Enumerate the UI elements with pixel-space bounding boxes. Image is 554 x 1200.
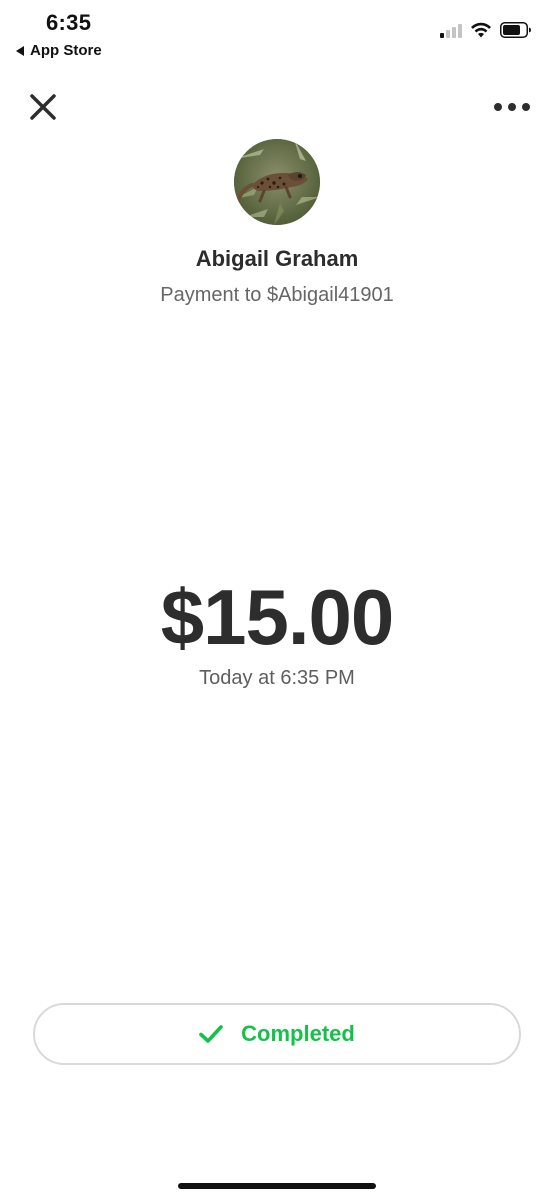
payment-detail-screen: 6:35 App Store Abigail Graham Payment to… — [0, 0, 554, 1200]
close-button[interactable] — [26, 90, 60, 124]
wifi-icon — [471, 22, 491, 38]
more-options-button[interactable] — [494, 98, 530, 116]
status-badge[interactable]: Completed — [33, 1003, 521, 1065]
more-horizontal-icon — [494, 103, 502, 111]
lizard-photo — [234, 139, 320, 225]
payment-subtitle: Payment to $Abigail41901 — [160, 284, 394, 306]
payment-timestamp: Today at 6:35 PM — [199, 667, 355, 689]
cellular-signal-icon — [440, 22, 462, 38]
close-icon — [30, 94, 56, 120]
back-to-app-store-link[interactable]: App Store — [16, 42, 102, 59]
status-label: Completed — [241, 1021, 355, 1046]
home-indicator[interactable] — [178, 1183, 376, 1189]
status-time: 6:35 — [46, 10, 92, 35]
back-triangle-icon — [16, 45, 24, 56]
payment-amount: $15.00 — [160, 573, 395, 661]
status-indicators — [440, 22, 532, 38]
back-app-label: App Store — [30, 42, 102, 59]
checkmark-icon — [199, 1025, 223, 1043]
recipient-name: Abigail Graham — [195, 246, 359, 271]
battery-icon — [500, 22, 531, 38]
avatar — [234, 139, 320, 225]
